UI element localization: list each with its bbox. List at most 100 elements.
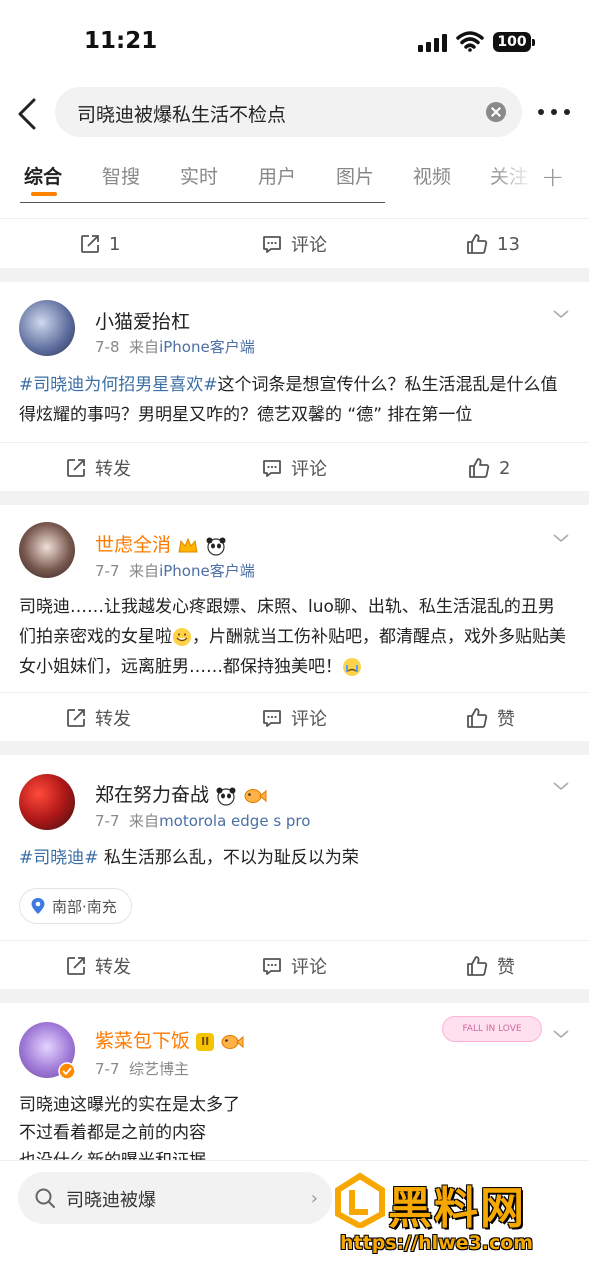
post-date: 7-7 (95, 1060, 120, 1078)
watermark: 黑料网 https://hlwe3.com (332, 1170, 589, 1280)
repost-label: 转发 (95, 709, 131, 730)
tab-comprehensive[interactable]: 综合 (24, 162, 62, 189)
chevron-down-icon[interactable] (553, 306, 569, 322)
search-query: 司晓迪被爆私生活不检点 (77, 104, 287, 126)
repost-icon (67, 957, 85, 975)
post-meta: 7-8 来自iPhone客户端 (95, 336, 255, 357)
chevron-right-icon: › (310, 1188, 318, 1209)
from-prefix: 来自 (129, 338, 160, 356)
avatar[interactable] (19, 774, 75, 830)
username-text: 世虑全消 (95, 534, 172, 556)
tab-smart-search[interactable]: 智搜 (102, 162, 140, 189)
tab-realtime[interactable]: 实时 (180, 162, 218, 189)
fall-in-love-sticker: FALL IN LOVE (438, 1008, 548, 1048)
repost-button[interactable]: 转发 (66, 705, 131, 731)
chevron-down-icon[interactable] (553, 778, 569, 794)
chevron-down-icon[interactable] (553, 1026, 569, 1042)
username[interactable]: 小猫爱抬杠 (95, 307, 190, 334)
location-label: 南部·南充 (52, 897, 117, 916)
like-button[interactable]: 13 (466, 231, 520, 257)
status-time: 11:21 (84, 28, 158, 54)
username[interactable]: 世虑全消 (95, 530, 227, 557)
location-chip[interactable]: 南部·南充 (19, 888, 132, 924)
bottom-search-query: 司晓迪被爆 (66, 1190, 156, 1211)
search-input[interactable]: 司晓迪被爆私生活不检点 (55, 87, 522, 137)
comment-label: 评论 (291, 459, 327, 480)
post-date: 7-8 (95, 338, 120, 356)
post-date: 7-7 (95, 562, 120, 580)
more-options-icon[interactable] (538, 106, 572, 118)
add-tab-icon[interactable]: + (541, 160, 564, 193)
grin-emoji-icon (173, 628, 191, 646)
post-text: 司晓迪……让我越发心疼跟嫖、床照、luo聊、出轨、私生活混乱的丑男们拍亲密戏的女… (19, 592, 571, 682)
like-button[interactable]: 赞 (466, 953, 515, 979)
post-text: 司晓迪这曝光的实在是太多了 不过看着都是之前的内容 也没什么新的曝光和证据 (19, 1091, 571, 1161)
repost-label: 转发 (95, 957, 131, 978)
watermark-logo-icon (335, 1172, 385, 1228)
avatar[interactable] (19, 522, 75, 578)
post-actions: 转发 评论 赞 (0, 940, 589, 990)
username[interactable]: 郑在努力奋战 (95, 780, 267, 807)
level-text: II (201, 1035, 210, 1048)
tab-users[interactable]: 用户 (258, 162, 296, 189)
comment-icon (263, 460, 281, 477)
like-count: 13 (497, 233, 520, 255)
like-button[interactable]: 2 (468, 455, 510, 481)
post-line: 不过看着都是之前的内容 (19, 1123, 206, 1143)
post-line: 司晓迪这曝光的实在是太多了 (19, 1095, 240, 1115)
comment-icon (263, 958, 281, 975)
separator (0, 491, 589, 505)
like-label: 赞 (497, 709, 515, 730)
panda-badge-icon (216, 787, 236, 806)
avatar[interactable] (19, 300, 75, 356)
post-date: 7-7 (95, 812, 120, 830)
comment-label: 评论 (291, 957, 327, 978)
separator (0, 741, 589, 755)
post-line: 也没什么新的曝光和证据 (19, 1151, 206, 1161)
repost-button[interactable]: 转发 (66, 953, 131, 979)
wifi-icon (456, 31, 484, 52)
from-prefix: 来自 (129, 562, 160, 580)
status-bar: 11:21 100 (0, 0, 589, 80)
comment-label: 评论 (291, 235, 327, 256)
location-pin-icon (31, 898, 45, 914)
level-badge: II (196, 1032, 215, 1051)
post-meta: 7-7 来自iPhone客户端 (95, 560, 255, 581)
crying-emoji-icon (343, 658, 361, 676)
post-source: motorola edge s pro (159, 812, 311, 830)
repost-button[interactable]: 转发 (66, 455, 131, 481)
vip-crown-icon (178, 537, 198, 552)
post-meta: 7-7 来自motorola edge s pro (95, 810, 310, 831)
sticker-text: FALL IN LOVE (442, 1016, 542, 1042)
repost-count: 1 (109, 233, 121, 255)
panda-badge-icon (206, 537, 226, 556)
hashtag-link[interactable]: #司晓迪# (19, 848, 99, 868)
post-actions: 转发 评论 赞 (0, 692, 589, 742)
thumbs-up-icon (467, 956, 488, 976)
repost-label: 转发 (95, 459, 131, 480)
username[interactable]: 紫菜包下饭 II (95, 1026, 244, 1053)
like-button[interactable]: 赞 (466, 705, 515, 731)
like-label: 赞 (497, 957, 515, 978)
bottom-search-input[interactable]: 司晓迪被爆 › (18, 1172, 332, 1224)
thumbs-up-icon (467, 708, 488, 728)
repost-icon (81, 235, 99, 253)
separator (0, 268, 589, 282)
comment-button[interactable]: 评论 (262, 705, 327, 731)
watermark-text: 黑料网 (388, 1183, 526, 1234)
comment-icon (263, 236, 281, 253)
chevron-down-icon[interactable] (553, 530, 569, 546)
hashtag-link[interactable]: #司晓迪为何招男星喜欢# (19, 375, 218, 395)
clear-search-icon[interactable] (486, 102, 506, 122)
tab-videos[interactable]: 视频 (413, 162, 451, 189)
comment-button[interactable]: 评论 (262, 455, 327, 481)
post-text: #司晓迪为何招男星喜欢#这个词条是想宣传什么？私生活混乱是什么值得炫耀的事吗？男… (19, 370, 571, 430)
comment-button[interactable]: 评论 (262, 231, 327, 257)
repost-button[interactable]: 1 (80, 231, 120, 257)
post-text: #司晓迪# 私生活那么乱，不以为耻反以为荣 (19, 843, 571, 873)
tab-images[interactable]: 图片 (336, 162, 374, 189)
comment-button[interactable]: 评论 (262, 953, 327, 979)
thumbs-up-icon (469, 458, 490, 478)
repost-icon (67, 709, 85, 727)
back-arrow-icon[interactable] (14, 96, 42, 132)
